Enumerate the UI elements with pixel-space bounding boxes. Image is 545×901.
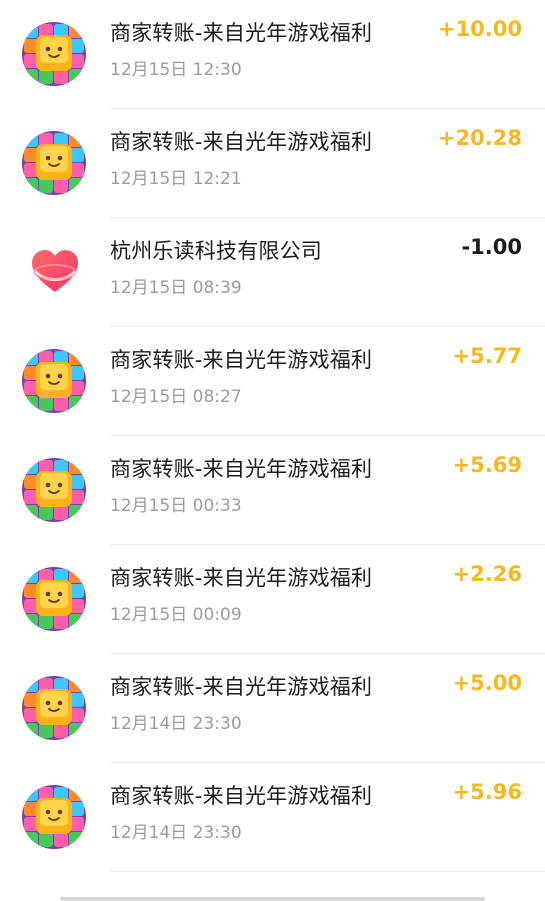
- transaction-time: 12月15日 08:27: [110, 387, 242, 407]
- transaction-time: 12月14日 23:30: [110, 714, 242, 734]
- transaction-title: 商家转账-来自光年游戏福利: [110, 130, 373, 154]
- game-app-icon: [22, 131, 86, 195]
- transaction-time: 12月15日 00:33: [110, 496, 242, 516]
- transaction-row[interactable]: 商家转账-来自光年游戏福利 12月15日 12:21 +20.28: [0, 109, 545, 218]
- bottom-toolbar-edge: [60, 897, 485, 901]
- transaction-title: 商家转账-来自光年游戏福利: [110, 675, 373, 699]
- transaction-time: 12月15日 00:09: [110, 605, 242, 625]
- transaction-time: 12月15日 12:21: [110, 169, 242, 189]
- transaction-title: 商家转账-来自光年游戏福利: [110, 348, 373, 372]
- transaction-title: 商家转账-来自光年游戏福利: [110, 457, 373, 481]
- transaction-row[interactable]: 商家转账-来自光年游戏福利 12月15日 12:30 +10.00: [0, 0, 545, 109]
- transaction-amount: +5.77: [452, 344, 522, 368]
- game-app-icon: [22, 676, 86, 740]
- transaction-amount: +5.69: [452, 453, 522, 477]
- game-app-icon: [22, 785, 86, 849]
- transaction-amount: +5.96: [452, 780, 522, 804]
- transaction-amount: +20.28: [437, 126, 522, 150]
- transaction-title: 杭州乐读科技有限公司: [110, 239, 322, 263]
- transaction-amount: +2.26: [452, 562, 522, 586]
- game-app-icon: [22, 349, 86, 413]
- transaction-amount: +10.00: [437, 17, 522, 41]
- transaction-title: 商家转账-来自光年游戏福利: [110, 566, 373, 590]
- transaction-title: 商家转账-来自光年游戏福利: [110, 21, 373, 45]
- transaction-time: 12月15日 12:30: [110, 60, 242, 80]
- transaction-row[interactable]: 商家转账-来自光年游戏福利 12月15日 08:27 +5.77: [0, 327, 545, 436]
- transaction-row[interactable]: 商家转账-来自光年游戏福利 12月14日 23:30 +5.96: [0, 763, 545, 872]
- game-app-icon: [22, 567, 86, 631]
- transaction-row[interactable]: 商家转账-来自光年游戏福利 12月14日 23:30 +5.00: [0, 654, 545, 763]
- transaction-list: 商家转账-来自光年游戏福利 12月15日 12:30 +10.00 商家转账-来…: [0, 0, 545, 901]
- transaction-row[interactable]: 商家转账-来自光年游戏福利 12月15日 00:33 +5.69: [0, 436, 545, 545]
- transaction-time: 12月14日 23:30: [110, 823, 242, 843]
- transaction-amount: -1.00: [461, 235, 522, 259]
- transaction-amount: +5.00: [452, 671, 522, 695]
- transaction-row[interactable]: 商家转账-来自光年游戏福利 12月15日 00:09 +2.26: [0, 545, 545, 654]
- heart-logo-icon: [26, 242, 84, 300]
- row-divider: [110, 871, 545, 872]
- game-app-icon: [22, 22, 86, 86]
- transaction-title: 商家转账-来自光年游戏福利: [110, 784, 373, 808]
- transaction-time: 12月15日 08:39: [110, 278, 242, 298]
- transaction-row[interactable]: 杭州乐读科技有限公司 12月15日 08:39 -1.00: [0, 218, 545, 327]
- game-app-icon: [22, 458, 86, 522]
